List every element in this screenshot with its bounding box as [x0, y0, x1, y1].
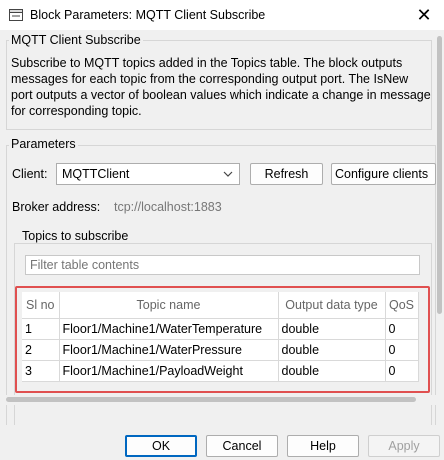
broker-address-value: tcp://localhost:1883	[114, 200, 222, 214]
cell-qos[interactable]: 0	[385, 339, 419, 361]
horizontal-scrollbar[interactable]	[0, 395, 436, 405]
vertical-scrollbar[interactable]	[436, 30, 444, 425]
topics-heading: Topics to subscribe	[20, 229, 131, 243]
table-header-row: Sl no Topic name Output data type QoS	[22, 292, 419, 319]
cell-data-type[interactable]: double	[278, 318, 386, 340]
close-button[interactable]: ✕	[404, 0, 444, 30]
refresh-button[interactable]: Refresh	[250, 163, 323, 185]
column-header-sl-no[interactable]: Sl no	[22, 292, 60, 319]
cell-sl-no[interactable]: 1	[22, 318, 60, 340]
client-value: MQTTClient	[62, 167, 130, 181]
close-icon: ✕	[416, 4, 432, 25]
cell-topic-name[interactable]: Floor1/Machine1/PayloadWeight	[59, 360, 279, 383]
broker-address-label: Broker address:	[12, 200, 101, 214]
client-dropdown[interactable]: MQTTClient	[56, 163, 240, 185]
cell-data-type[interactable]: double	[278, 360, 386, 383]
dialog-footer: OK Cancel Help Apply	[0, 425, 444, 460]
cell-qos[interactable]: 0	[385, 318, 419, 340]
column-header-topic-name[interactable]: Topic name	[59, 292, 279, 319]
topics-table: Sl no Topic name Output data type QoS 1 …	[22, 292, 419, 383]
cell-sl-no[interactable]: 3	[22, 360, 60, 383]
block-description: Subscribe to MQTT topics added in the To…	[11, 56, 431, 118]
cell-qos[interactable]: 0	[385, 360, 419, 383]
table-row[interactable]: 2 Floor1/Machine1/WaterPressure double 0	[22, 339, 419, 361]
dialog-content: MQTT Client Subscribe Subscribe to MQTT …	[0, 30, 444, 425]
table-row[interactable]: 1 Floor1/Machine1/WaterTemperature doubl…	[22, 318, 419, 340]
filter-table-input[interactable]	[25, 255, 420, 275]
simulink-block-icon	[8, 7, 24, 23]
column-header-output-data-type[interactable]: Output data type	[278, 292, 386, 319]
cell-topic-name[interactable]: Floor1/Machine1/WaterPressure	[59, 339, 279, 361]
apply-button[interactable]: Apply	[368, 435, 440, 457]
ok-button[interactable]: OK	[125, 435, 197, 457]
help-button[interactable]: Help	[287, 435, 359, 457]
cell-sl-no[interactable]: 2	[22, 339, 60, 361]
horizontal-scroll-thumb[interactable]	[6, 397, 416, 402]
vertical-scroll-thumb[interactable]	[437, 36, 442, 314]
block-name: MQTT Client Subscribe	[9, 33, 143, 47]
title-bar: Block Parameters: MQTT Client Subscribe …	[0, 0, 444, 30]
window-title: Block Parameters: MQTT Client Subscribe	[30, 8, 266, 22]
configure-clients-button[interactable]: Configure clients	[331, 163, 436, 185]
column-header-qos[interactable]: QoS	[385, 292, 419, 319]
cell-data-type[interactable]: double	[278, 339, 386, 361]
parameters-heading: Parameters	[9, 137, 78, 151]
cancel-button[interactable]: Cancel	[206, 435, 278, 457]
table-row[interactable]: 3 Floor1/Machine1/PayloadWeight double 0	[22, 360, 419, 383]
chevron-down-icon	[221, 167, 235, 181]
client-label: Client:	[12, 167, 48, 181]
cell-topic-name[interactable]: Floor1/Machine1/WaterTemperature	[59, 318, 279, 340]
